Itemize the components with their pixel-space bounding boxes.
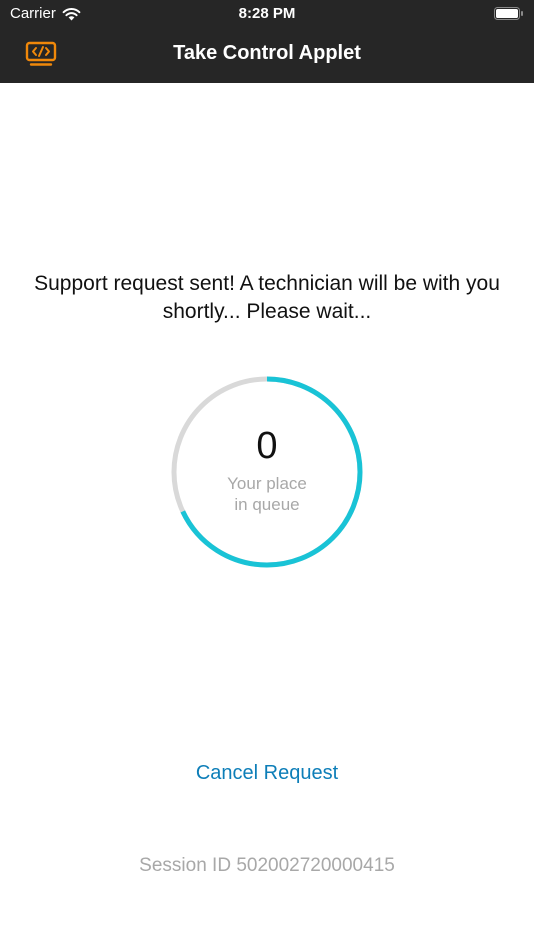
queue-position: 0 bbox=[256, 425, 278, 467]
queue-label-line1: Your place bbox=[227, 474, 307, 493]
queue-progress-ring bbox=[171, 376, 363, 568]
page-title: Take Control Applet bbox=[173, 42, 361, 64]
status-message: Support request sent! A technician will … bbox=[34, 272, 500, 323]
queue-label-line2: in queue bbox=[234, 495, 300, 514]
cancel-request-button[interactable]: Cancel Request bbox=[137, 762, 397, 785]
status-time: 8:28 PM bbox=[238, 5, 296, 22]
queue-label: Your place in queue bbox=[170, 473, 364, 515]
nav-bar: Take Control Applet bbox=[0, 28, 534, 83]
header: Carrier 8:28 PM Take Control Applet bbox=[0, 0, 534, 83]
session-id: Session ID 502002720000415 bbox=[139, 855, 395, 876]
status-bar: Carrier 8:28 PM bbox=[0, 0, 534, 28]
battery-icon bbox=[494, 7, 523, 20]
